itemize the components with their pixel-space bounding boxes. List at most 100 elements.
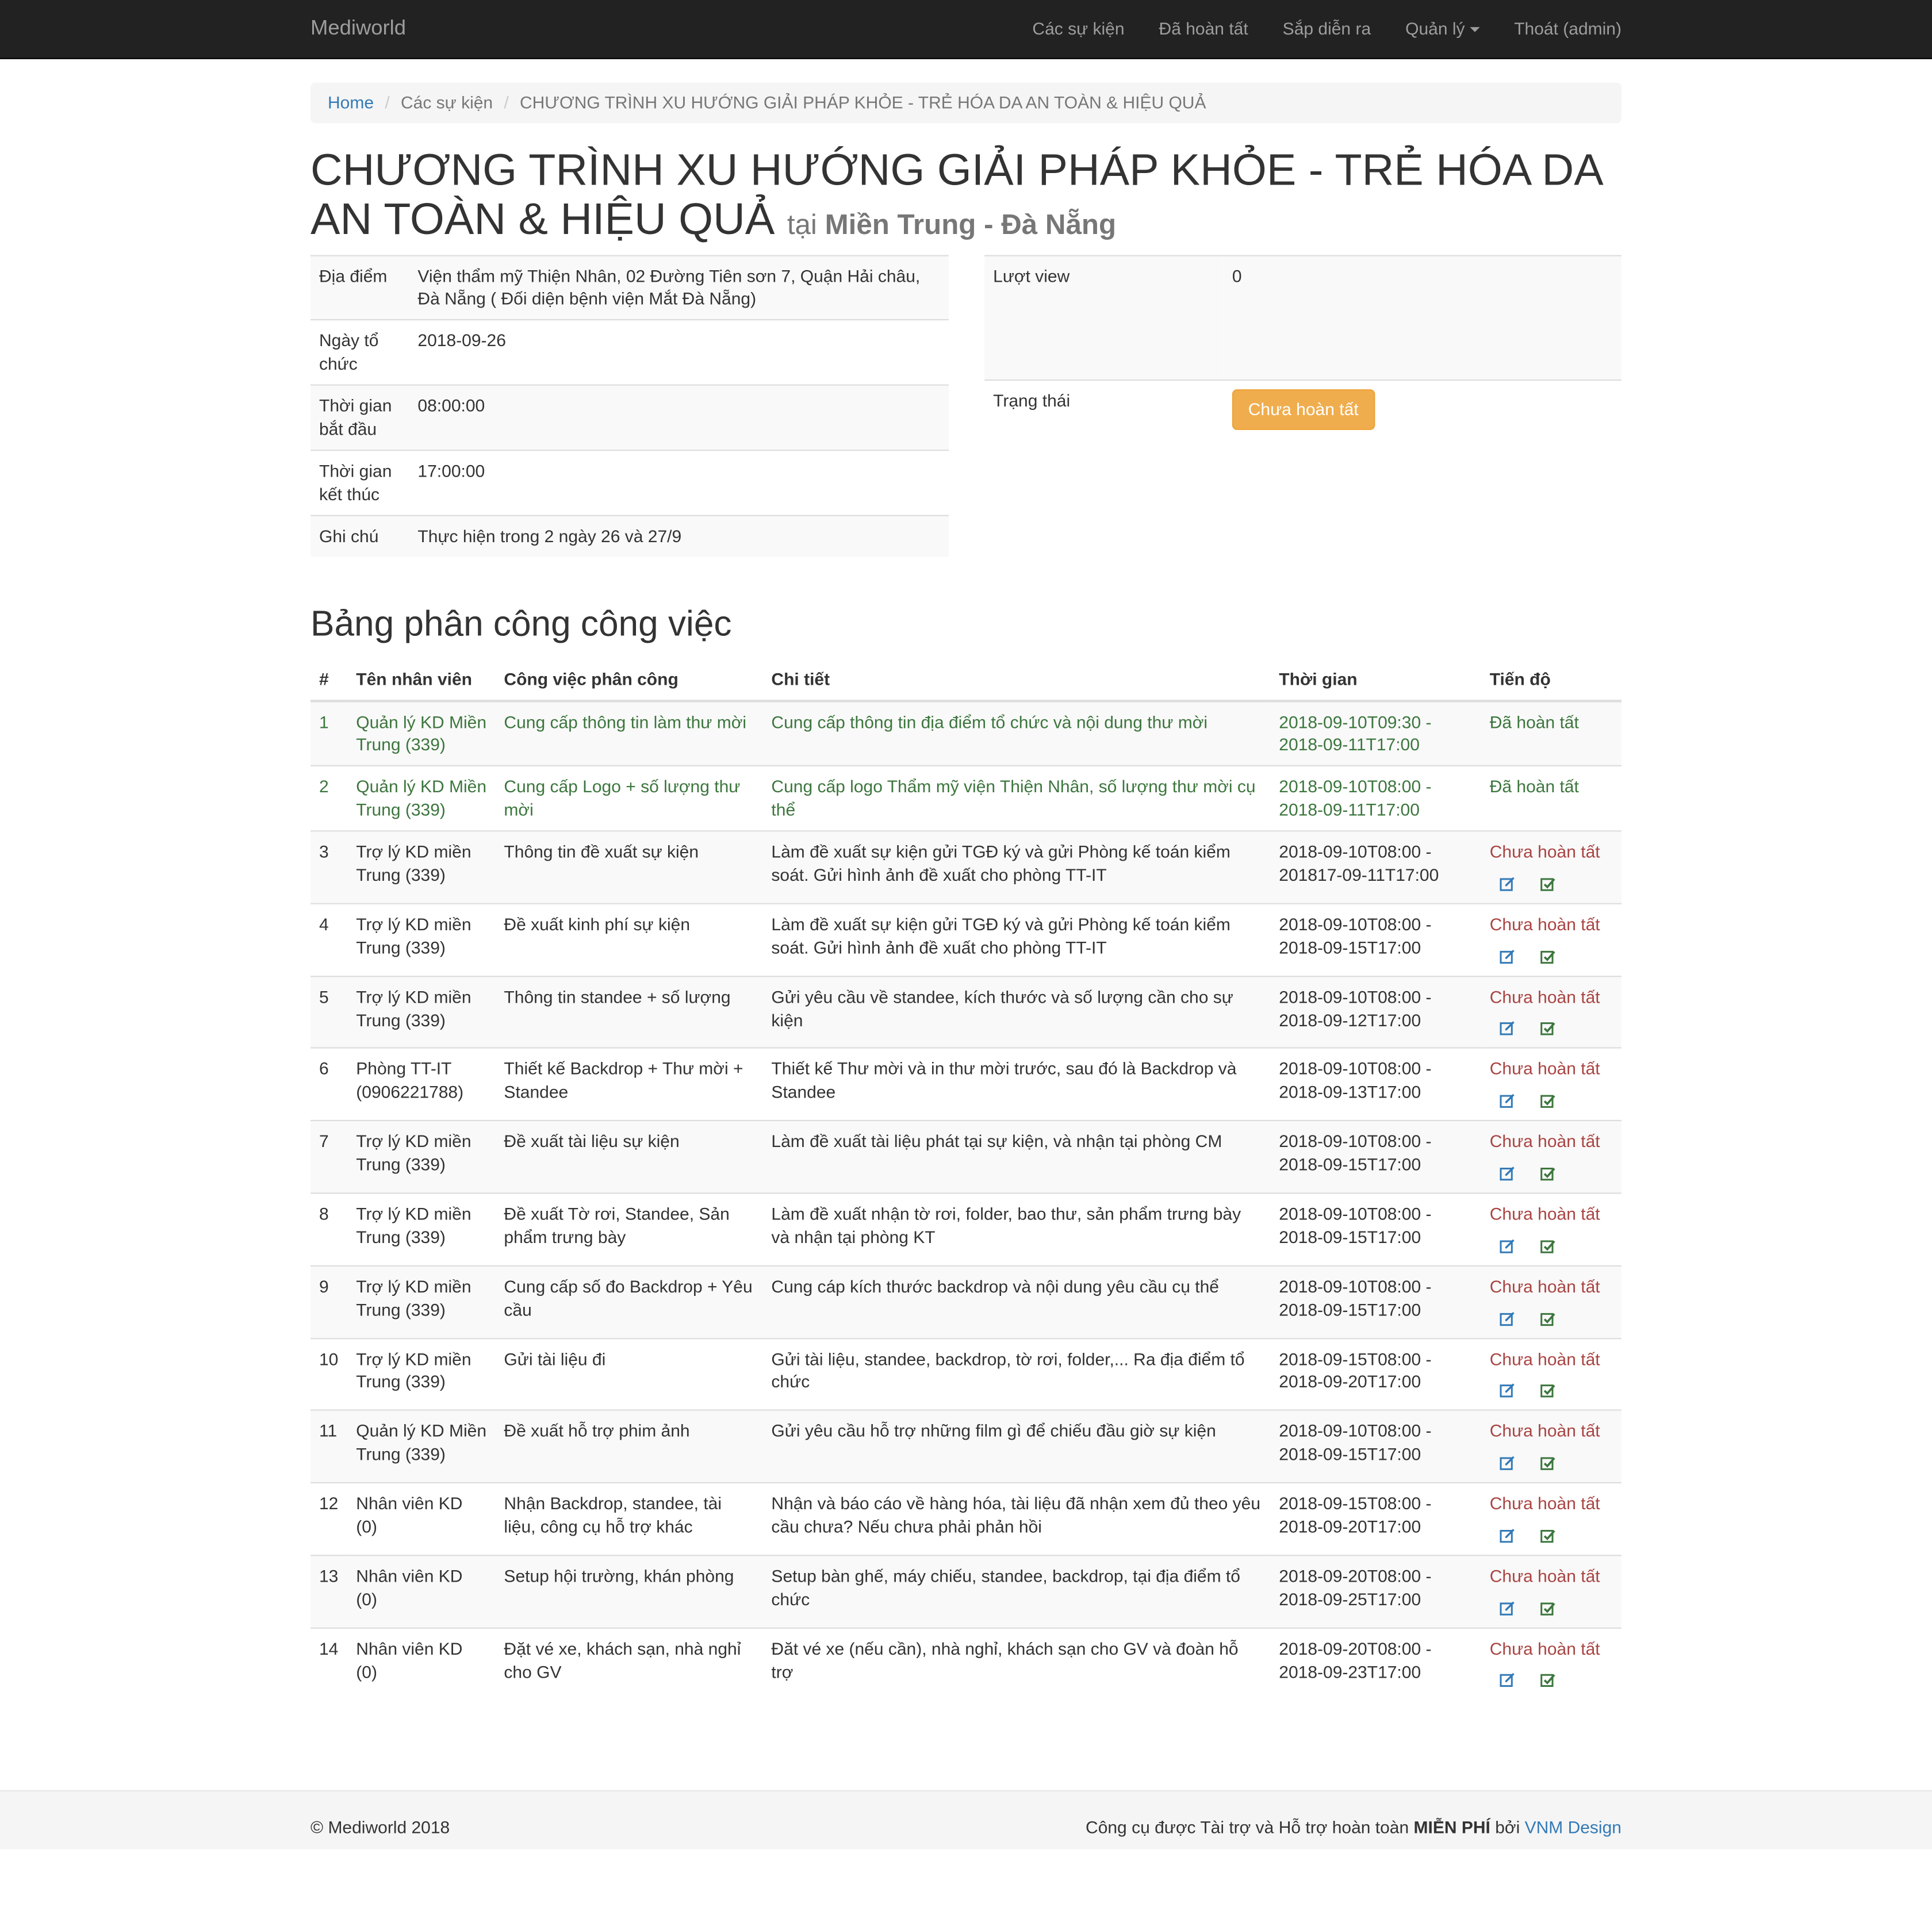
- task-name: Setup hội trường, khán phòng: [495, 1555, 763, 1628]
- task-number: 10: [310, 1337, 348, 1411]
- edit-icon[interactable]: [1500, 948, 1516, 964]
- nav-item-manage-dropdown[interactable]: Quản lý: [1405, 17, 1480, 40]
- brand-link[interactable]: Mediworld: [310, 15, 406, 43]
- task-progress-status: Chưa hoàn tất: [1489, 1203, 1600, 1223]
- edit-icon[interactable]: [1500, 1021, 1516, 1037]
- task-detail: Cung cáp kích thước backdrop và nội dung…: [762, 1265, 1271, 1338]
- nav-item-manage-label: Quản lý: [1405, 18, 1465, 39]
- task-progress-cell: Chưa hoàn tất: [1481, 1265, 1621, 1338]
- caret-down-icon: [1470, 27, 1480, 33]
- task-detail: Cung cấp logo Thẩm mỹ viện Thiện Nhân, s…: [762, 765, 1271, 831]
- task-actions: [1490, 871, 1613, 894]
- task-actions: [1490, 1016, 1613, 1039]
- detail-row-location: Địa điểm Viện thẩm mỹ Thiện Nhân, 02 Đườ…: [310, 254, 949, 320]
- task-row: 12 Nhân viên KD (0) Nhận Backdrop, standee…: [310, 1482, 1621, 1556]
- footer-copyright: © Mediworld 2018: [310, 1816, 450, 1837]
- task-staff: Trợ lý KD miền Trung (339): [347, 830, 496, 904]
- task-progress-cell: Chưa hoàn tất: [1481, 903, 1621, 976]
- task-progress-status: Chưa hoàn tất: [1489, 986, 1600, 1007]
- task-actions: [1490, 1668, 1613, 1691]
- nav-item-completed[interactable]: Đã hoàn tất: [1159, 17, 1248, 40]
- mark-complete-icon[interactable]: [1540, 876, 1557, 892]
- task-actions: [1490, 1233, 1613, 1256]
- task-progress-status: Chưa hoàn tất: [1489, 1276, 1600, 1296]
- footer-inner: © Mediworld 2018 Công cụ được Tài trợ và…: [310, 1792, 1621, 1863]
- mark-complete-icon[interactable]: [1540, 1021, 1557, 1037]
- mark-complete-icon[interactable]: [1540, 1383, 1557, 1399]
- breadcrumb: Home / Các sự kiện / CHƯƠNG TRÌNH XU HƯỚ…: [310, 82, 1621, 124]
- task-row: 10 Trợ lý KD miền Trung (339) Gửi tài liệu…: [310, 1337, 1621, 1411]
- nav-item-events[interactable]: Các sự kiện: [1032, 17, 1124, 40]
- task-time: 2018-09-15T08:00 - 2018-09-20T17:00: [1270, 1482, 1481, 1556]
- mark-complete-icon[interactable]: [1540, 1238, 1557, 1254]
- task-progress-status: Chưa hoàn tất: [1489, 1566, 1600, 1586]
- task-actions: [1490, 1451, 1613, 1474]
- breadcrumb-events[interactable]: Các sự kiện: [401, 91, 493, 114]
- edit-icon[interactable]: [1500, 876, 1516, 892]
- task-time: 2018-09-20T08:00 - 2018-09-25T17:00: [1270, 1555, 1481, 1628]
- task-number: 1: [310, 700, 348, 766]
- mark-complete-icon[interactable]: [1540, 1673, 1557, 1689]
- task-progress-status: Chưa hoàn tất: [1489, 1131, 1600, 1151]
- task-detail: Nhận và báo cáo về hàng hóa, tài liệu đã…: [762, 1482, 1271, 1556]
- nav-item-upcoming[interactable]: Sắp diễn ra: [1283, 17, 1371, 40]
- footer-sponsor-link[interactable]: VNM Design: [1525, 1817, 1621, 1836]
- task-time: 2018-09-15T08:00 - 2018-09-20T17:00: [1270, 1337, 1481, 1411]
- task-name: Nhận Backdrop, standee, tài liệu, công c…: [495, 1482, 763, 1556]
- mark-complete-icon[interactable]: [1540, 1310, 1557, 1326]
- edit-icon[interactable]: [1500, 1455, 1516, 1471]
- nav-item-logout[interactable]: Thoát (admin): [1514, 17, 1621, 40]
- event-location-subtitle: tại Miền Trung - Đà Nẵng: [787, 209, 1116, 241]
- task-detail: Gửi yêu cầu hỗ trợ những film gì để chiế…: [762, 1410, 1271, 1483]
- task-row: 3 Trợ lý KD miền Trung (339) Thông tin đề …: [310, 830, 1621, 904]
- task-progress-status: Chưa hoàn tất: [1489, 1348, 1600, 1368]
- column-header-time: Thời gian: [1270, 658, 1481, 702]
- edit-icon[interactable]: [1500, 1165, 1516, 1182]
- detail-value: 17:00:00: [409, 449, 949, 516]
- task-table: # Tên nhân viên Công việc phân công Chi …: [310, 658, 1621, 1700]
- mark-complete-icon[interactable]: [1540, 948, 1557, 964]
- task-progress-cell: Chưa hoàn tất: [1481, 1482, 1621, 1556]
- mark-complete-icon[interactable]: [1540, 1455, 1557, 1471]
- edit-icon[interactable]: [1500, 1600, 1516, 1616]
- task-progress-cell: Chưa hoàn tất: [1481, 1120, 1621, 1194]
- mark-complete-icon[interactable]: [1540, 1093, 1557, 1109]
- edit-icon[interactable]: [1500, 1673, 1516, 1689]
- task-detail: Setup bàn ghế, máy chiếu, standee, backd…: [762, 1555, 1271, 1628]
- task-detail: Làm đề xuất sự kiện gửi TGĐ ký và gửi Ph…: [762, 830, 1271, 904]
- breadcrumb-home[interactable]: Home: [328, 91, 374, 114]
- task-time: 2018-09-10T08:00 - 2018-09-11T17:00: [1270, 765, 1481, 831]
- footer-sponsor-text: Công cụ được Tài trợ và Hỗ trợ hoàn toàn: [1086, 1816, 1409, 1837]
- detail-value: 08:00:00: [409, 384, 949, 450]
- mark-complete-icon[interactable]: [1540, 1528, 1557, 1544]
- task-staff: Trợ lý KD miền Trung (339): [347, 1192, 496, 1266]
- column-header-staff: Tên nhân viên: [347, 658, 496, 702]
- task-staff: Trợ lý KD miền Trung (339): [347, 1120, 496, 1194]
- task-detail: Làm đề xuất tài liệu phát tại sự kiện, v…: [762, 1120, 1271, 1194]
- task-detail: Thiết kế Thư mời và in thư mời trước, sa…: [762, 1048, 1271, 1121]
- task-name: Đề xuất tài liệu sự kiện: [495, 1120, 763, 1194]
- task-name: Cung cấp Logo + số lượng thư mời: [495, 765, 763, 831]
- edit-icon[interactable]: [1500, 1528, 1516, 1544]
- task-row: 9 Trợ lý KD miền Trung (339) Cung cấp số đ…: [310, 1265, 1621, 1338]
- task-actions: [1490, 1595, 1613, 1618]
- status-button[interactable]: Chưa hoàn tất: [1232, 390, 1375, 431]
- task-time: 2018-09-10T09:30 - 2018-09-11T17:00: [1270, 700, 1481, 766]
- edit-icon[interactable]: [1500, 1093, 1516, 1109]
- task-name: Cung cấp số đo Backdrop + Yêu cầu: [495, 1265, 763, 1338]
- edit-icon[interactable]: [1500, 1383, 1516, 1399]
- detail-label: Thời gian bắt đầu: [310, 384, 409, 450]
- detail-value: Thực hiện trong 2 ngày 26 và 27/9: [409, 514, 949, 557]
- task-progress-cell: Đã hoàn tất: [1481, 700, 1621, 766]
- event-info: Địa điểm Viện thẩm mỹ Thiện Nhân, 02 Đườ…: [310, 254, 1621, 557]
- task-time: 2018-09-10T08:00 - 2018-09-13T17:00: [1270, 1048, 1481, 1121]
- task-detail: Làm đề xuất nhận tờ rơi, folder, bao thư…: [762, 1192, 1271, 1266]
- edit-icon[interactable]: [1500, 1310, 1516, 1326]
- task-progress-status: Chưa hoàn tất: [1489, 841, 1600, 862]
- task-number: 2: [310, 765, 348, 831]
- edit-icon[interactable]: [1500, 1238, 1516, 1254]
- mark-complete-icon[interactable]: [1540, 1600, 1557, 1616]
- event-status-table: Lượt view 0 Trạng thái Chưa hoàn tất: [984, 254, 1621, 557]
- task-table-body: 1 Quản lý KD Miền Trung (339) Cung cấp thô…: [310, 700, 1621, 1700]
- mark-complete-icon[interactable]: [1540, 1165, 1557, 1182]
